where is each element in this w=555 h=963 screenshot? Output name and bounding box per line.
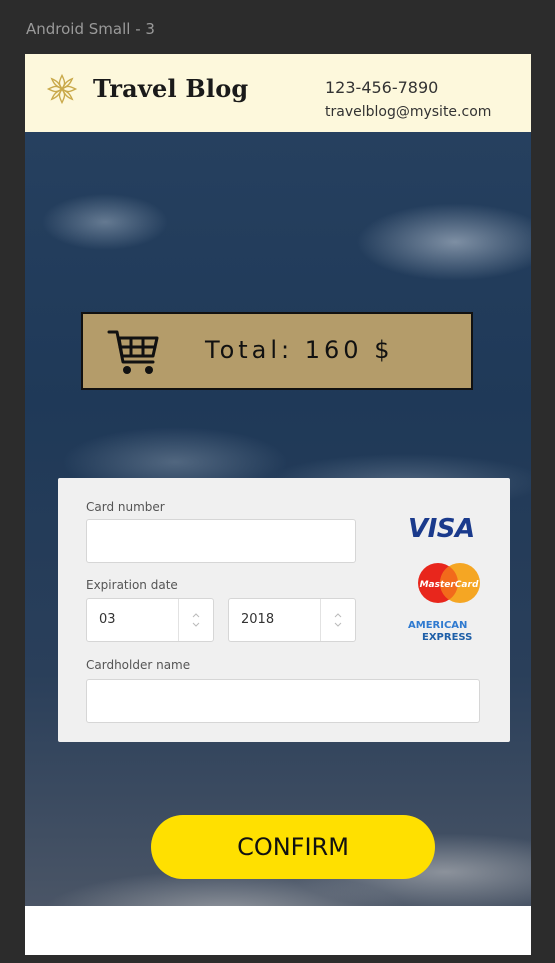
mastercard-logo: MasterCard bbox=[418, 563, 480, 603]
amex-line-1: AMERICAN bbox=[408, 620, 468, 631]
confirm-button[interactable]: CONFIRM bbox=[151, 815, 435, 879]
card-number-input[interactable] bbox=[86, 519, 356, 563]
site-header: Travel Blog 123-456-7890 travelblog@mysi… bbox=[25, 54, 531, 132]
amex-logo: AMERICAN EXPRESS bbox=[408, 620, 488, 644]
cardholder-name-label: Cardholder name bbox=[86, 658, 191, 672]
expiration-month-value: 03 bbox=[99, 612, 116, 627]
cardholder-name-input[interactable] bbox=[86, 679, 480, 723]
stepper-arrows-icon bbox=[320, 599, 342, 641]
mastercard-text: MasterCard bbox=[420, 580, 479, 590]
expiration-year-value: 2018 bbox=[241, 612, 275, 627]
stepper-arrows-icon bbox=[178, 599, 200, 641]
flower-icon bbox=[46, 73, 78, 105]
site-title[interactable]: Travel Blog bbox=[93, 74, 248, 103]
payment-form: Card number Expiration date 03 2018 Card… bbox=[58, 478, 510, 742]
page-footer bbox=[25, 906, 531, 955]
expiration-date-label: Expiration date bbox=[86, 578, 178, 592]
cart-icon bbox=[107, 330, 159, 374]
visa-logo: VISA bbox=[408, 514, 475, 544]
expiration-year-select[interactable]: 2018 bbox=[228, 598, 356, 642]
contact-email[interactable]: travelblog@mysite.com bbox=[325, 104, 491, 120]
sky-background: Total: 160 $ Card number Expiration date… bbox=[25, 132, 531, 906]
contact-phone[interactable]: 123-456-7890 bbox=[325, 78, 438, 97]
amex-line-2: EXPRESS bbox=[422, 632, 473, 643]
expiration-month-select[interactable]: 03 bbox=[86, 598, 214, 642]
frame-label: Android Small - 3 bbox=[26, 20, 155, 38]
cart-total-box: Total: 160 $ bbox=[81, 312, 473, 390]
card-number-label: Card number bbox=[86, 500, 165, 514]
cart-total-text: Total: 160 $ bbox=[205, 336, 394, 364]
phone-screen: Travel Blog 123-456-7890 travelblog@mysi… bbox=[25, 54, 531, 955]
